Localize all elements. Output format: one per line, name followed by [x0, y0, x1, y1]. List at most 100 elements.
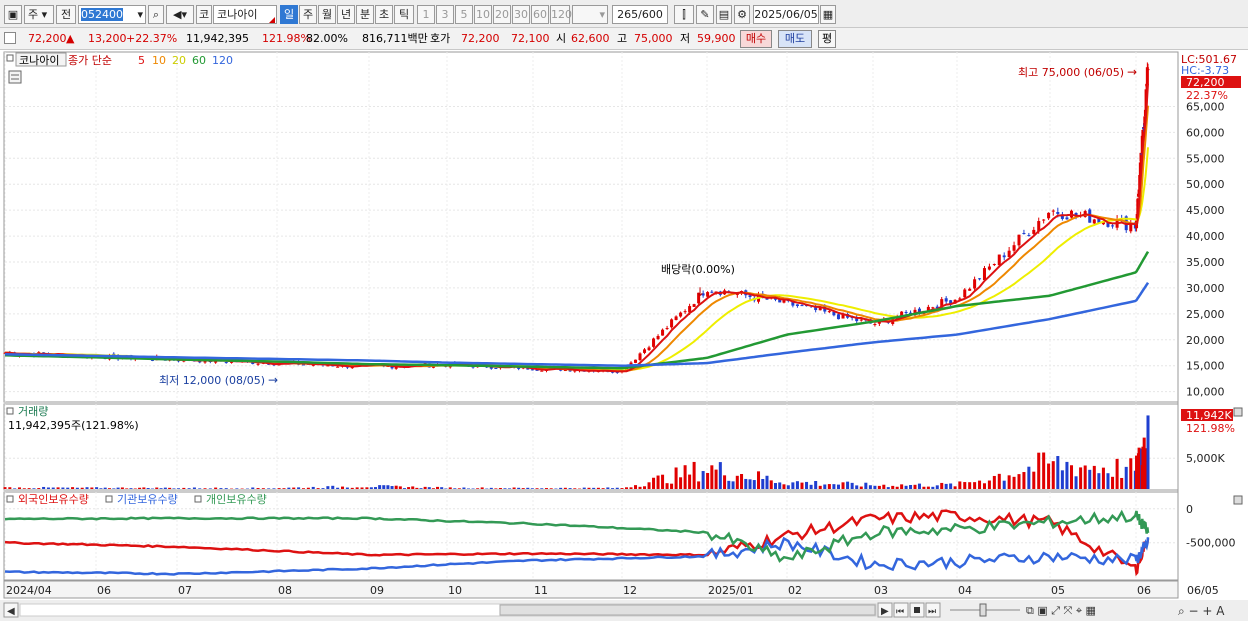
- interval-120-label: 120: [551, 8, 572, 21]
- zoom-slider-handle[interactable]: [979, 603, 987, 617]
- ask-label: 호가: [430, 32, 451, 45]
- interval-60[interactable]: 60: [531, 5, 549, 24]
- volume-bar: [670, 483, 674, 489]
- price-tick-label: 60,000: [1186, 126, 1225, 139]
- code-value: 052400: [81, 8, 123, 21]
- volume-bar: [679, 477, 683, 489]
- draw-icon[interactable]: ✎: [696, 5, 714, 24]
- layout-icon[interactable]: ▣: [4, 5, 22, 24]
- low-arrow-icon: →: [268, 373, 278, 387]
- period-week[interactable]: 주: [299, 5, 317, 24]
- volume-bar: [503, 488, 507, 489]
- volume-bar: [159, 488, 163, 489]
- candle-body: [1065, 217, 1069, 220]
- speaker-icon[interactable]: ◀▾: [166, 5, 194, 24]
- volume-bar: [336, 487, 340, 489]
- volume-bar: [476, 488, 480, 489]
- volume-bar: [32, 488, 36, 489]
- volume-bar: [489, 487, 493, 489]
- period-month-label: 월: [321, 8, 333, 21]
- volume-bar: [42, 486, 46, 489]
- volume-bar: [8, 487, 12, 489]
- scrollbar-thumb[interactable]: [499, 604, 876, 616]
- sell-button[interactable]: 매도: [778, 30, 812, 48]
- chevron-down-icon: ▾: [137, 8, 143, 21]
- volume-bar: [394, 485, 398, 489]
- volume-bar: [592, 487, 596, 489]
- period-tick[interactable]: 틱: [394, 5, 414, 24]
- market-select[interactable]: 주 ▾: [24, 5, 54, 24]
- table-icon[interactable]: [8, 70, 22, 84]
- interval-5[interactable]: 5: [455, 5, 473, 24]
- interval-1[interactable]: 1: [417, 5, 435, 24]
- candle-icon[interactable]: ⫿: [674, 5, 694, 24]
- legend-ma5: 5: [138, 54, 145, 67]
- candle-body: [256, 363, 260, 365]
- volume-bar: [116, 487, 120, 489]
- candle-body: [224, 362, 228, 364]
- interval-dropdown[interactable]: ▾: [572, 5, 608, 24]
- period-day[interactable]: 일: [280, 5, 298, 24]
- volume-bar: [56, 487, 60, 489]
- volume-bar: [203, 488, 207, 489]
- volume-bar: [800, 482, 804, 489]
- dividend-annotation: 배당락(0.00%): [661, 263, 735, 276]
- volume-bar: [1097, 473, 1101, 489]
- buy-button[interactable]: 매수: [740, 30, 772, 48]
- volume-bar: [256, 488, 260, 489]
- save-icon[interactable]: ▤: [716, 5, 732, 24]
- interval-120[interactable]: 120: [550, 5, 572, 24]
- volume-bar: [836, 484, 840, 489]
- volume-bar: [457, 488, 461, 489]
- volume-bar: [814, 481, 818, 489]
- volume-bar: [103, 487, 107, 489]
- volume-bar: [208, 488, 212, 489]
- volume-bar: [95, 487, 99, 489]
- search-icon[interactable]: ⌕: [148, 5, 164, 24]
- volume-bar: [267, 488, 271, 489]
- calendar-icon[interactable]: ▦: [820, 5, 836, 24]
- period-year[interactable]: 년: [337, 5, 355, 24]
- volume-bar: [573, 488, 577, 489]
- volume-bar: [652, 477, 656, 489]
- code-input[interactable]: 052400 ▾: [78, 5, 146, 24]
- zoom-controls-icon[interactable]: ⌕ − + A: [1178, 604, 1225, 618]
- ratio2-value: 82.00%: [306, 32, 348, 45]
- volume-bar: [978, 480, 982, 489]
- interval-10[interactable]: 10: [474, 5, 492, 24]
- interval-30[interactable]: 30: [512, 5, 530, 24]
- legend-ma20: 20: [172, 54, 186, 67]
- stock-name-field[interactable]: 코나아이: [213, 5, 277, 24]
- eval-button[interactable]: 평: [818, 30, 836, 48]
- volume-bar: [480, 487, 484, 489]
- volume-bar: [350, 487, 354, 489]
- count-field[interactable]: 265/600: [612, 5, 668, 24]
- volume-bar: [922, 486, 926, 489]
- volume-bar: [587, 487, 591, 489]
- period-minute[interactable]: 분: [356, 5, 374, 24]
- gear-icon[interactable]: ⚙: [734, 5, 750, 24]
- tool-icons[interactable]: ⧉ ▣ ⤢ ⤧ ⌖ ▦: [1026, 604, 1096, 617]
- interval-20[interactable]: 20: [493, 5, 511, 24]
- interval-3[interactable]: 3: [436, 5, 454, 24]
- period-second[interactable]: 초: [375, 5, 393, 24]
- volume-bar: [526, 487, 530, 489]
- time-tick-label: 09: [370, 584, 384, 597]
- market-label: 주: [28, 8, 39, 21]
- close-icon[interactable]: [1233, 407, 1243, 417]
- prev-button[interactable]: 전: [56, 5, 76, 24]
- close-icon[interactable]: [1233, 495, 1243, 505]
- candle-body: [634, 359, 638, 363]
- volume-bar: [935, 485, 939, 489]
- legend-ma120: 120: [212, 54, 233, 67]
- volume-bar: [214, 487, 218, 489]
- price-tick-label: 55,000: [1186, 152, 1225, 165]
- volume-bar: [846, 481, 850, 489]
- volume-bar: [297, 487, 301, 489]
- quote-checkbox[interactable]: [4, 32, 16, 44]
- price-tick-label: 35,000: [1186, 256, 1225, 269]
- volume-bar: [521, 488, 525, 489]
- volume-bar: [71, 487, 75, 489]
- period-month[interactable]: 월: [318, 5, 336, 24]
- date-field[interactable]: 2025/06/05: [753, 5, 819, 24]
